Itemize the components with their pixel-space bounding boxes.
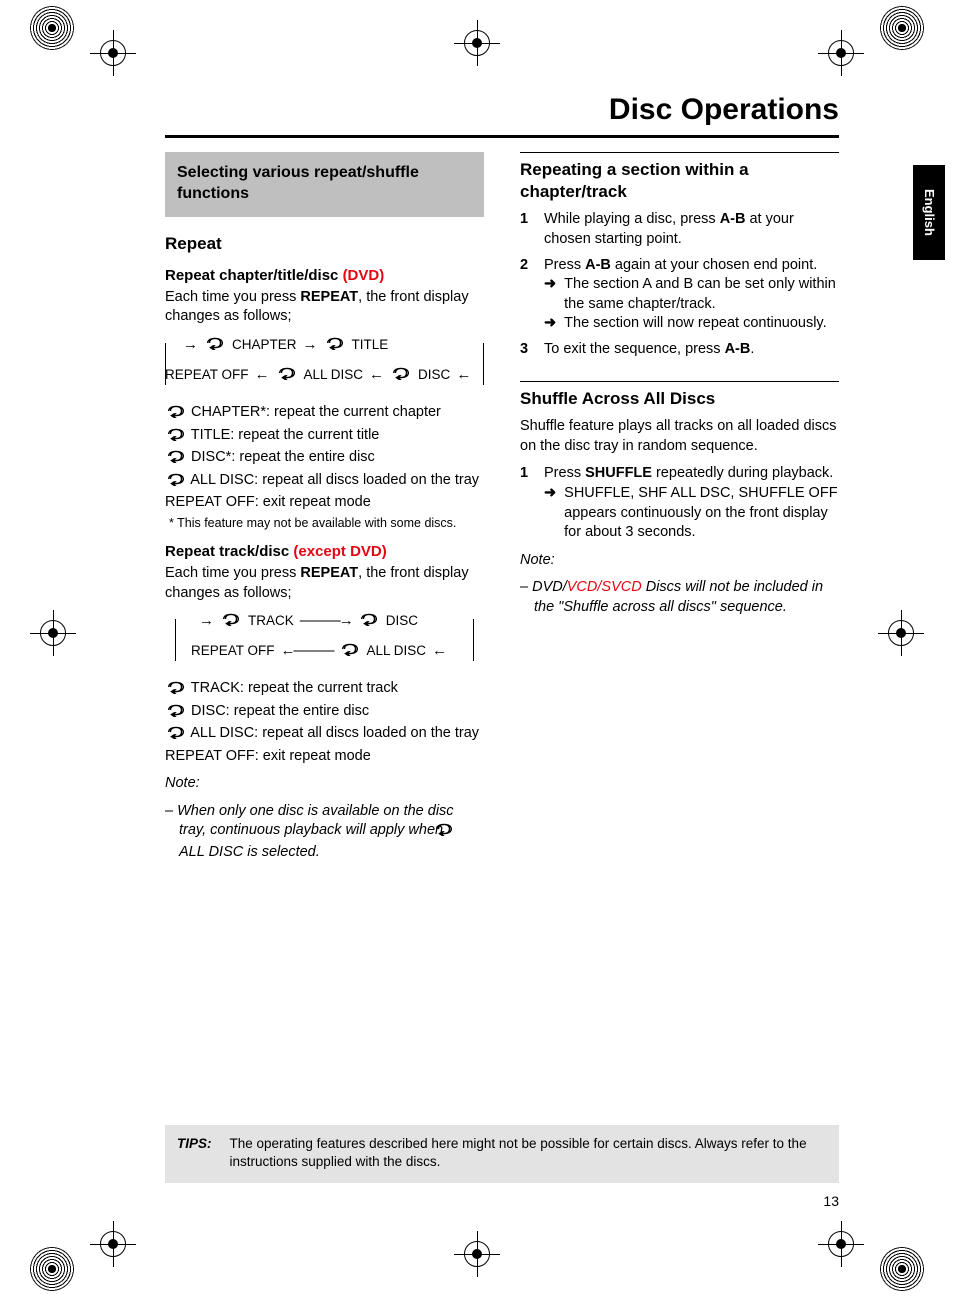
repeat-icon	[276, 366, 298, 385]
shuffle-heading: Shuffle Across All Discs	[520, 381, 839, 411]
registration-mark	[880, 6, 924, 50]
repeat-dvd-definitions: CHAPTER*: repeat the current chapter TIT…	[165, 403, 484, 513]
repeat-icon	[165, 703, 187, 724]
repeat-nondvd-sequence: → TRACK ———→ DISC REPEAT OFF ←——— ALL DI…	[165, 611, 484, 669]
page: Disc Operations English Selecting variou…	[0, 0, 954, 1297]
shuffle-steps: 1 Press SHUFFLE repeatedly during playba…	[520, 464, 839, 542]
repeat-icon	[390, 366, 412, 385]
repeat-heading: Repeat	[165, 233, 484, 256]
arrow-right-icon: →	[183, 335, 198, 355]
crosshair-icon	[818, 30, 864, 76]
repeat-icon	[165, 725, 187, 746]
crosshair-icon	[90, 30, 136, 76]
repeat-icon	[220, 612, 242, 631]
crosshair-icon	[818, 1221, 864, 1267]
tips-box: TIPS: The operating features described h…	[165, 1125, 839, 1183]
repeat-icon	[358, 612, 380, 631]
paragraph: Shuffle feature plays all tracks on all …	[520, 417, 839, 456]
registration-mark	[30, 6, 74, 50]
crosshair-icon	[454, 1231, 500, 1277]
ab-steps: 1 While playing a disc, press A-B at you…	[520, 210, 839, 359]
repeat-icon	[447, 822, 455, 843]
repeat-icon	[165, 472, 187, 493]
page-number: 13	[823, 1192, 839, 1211]
repeat-dvd-sequence: → CHAPTER → TITLE REPEAT OFF ← ALL DISC …	[165, 335, 484, 393]
repeat-icon	[339, 642, 361, 661]
note-body: – DVD/VCD/SVCD Discs will not be include…	[520, 578, 839, 617]
page-title: Disc Operations	[165, 90, 839, 138]
arrow-left-icon: ←———	[281, 641, 333, 661]
list-item: 3 To exit the sequence, press A-B.	[520, 340, 839, 360]
arrow-right-icon: →	[303, 335, 318, 355]
repeat-dvd-subheading: Repeat chapter/title/disc (DVD)	[165, 266, 484, 286]
paragraph: Each time you press REPEAT, the front di…	[165, 288, 484, 327]
arrow-left-icon: ←	[456, 365, 471, 385]
registration-mark	[30, 1247, 74, 1291]
repeat-icon	[165, 449, 187, 470]
crosshair-icon	[90, 1221, 136, 1267]
text-red: (except DVD)	[293, 543, 386, 560]
note-body: – When only one disc is available on the…	[165, 802, 484, 863]
ab-heading: Repeating a section within a chapter/tra…	[520, 152, 839, 205]
arrow-right-icon: ———→	[300, 611, 352, 631]
list-item: 2 Press A-B again at your chosen end poi…	[520, 256, 839, 334]
language-tab: English	[913, 165, 945, 260]
repeat-nondvd-subheading: Repeat track/disc (except DVD)	[165, 542, 484, 562]
repeat-icon	[165, 427, 187, 448]
arrow-right-icon: ➜	[544, 275, 556, 314]
text-red: (DVD)	[343, 267, 385, 284]
arrow-left-icon: ←	[432, 641, 447, 661]
crosshair-icon	[878, 610, 924, 656]
arrow-right-icon: →	[199, 611, 214, 631]
tips-text: The operating features described here mi…	[230, 1135, 827, 1171]
arrow-right-icon: ➜	[544, 314, 556, 334]
arrow-left-icon: ←	[369, 365, 384, 385]
text: Repeat chapter/title/disc	[165, 267, 343, 284]
repeat-icon	[165, 404, 187, 425]
list-item: 1 Press SHUFFLE repeatedly during playba…	[520, 464, 839, 542]
right-column: Repeating a section within a chapter/tra…	[520, 152, 839, 871]
crosshair-icon	[30, 610, 76, 656]
repeat-nondvd-definitions: TRACK: repeat the current track DISC: re…	[165, 679, 484, 766]
note-label: Note:	[165, 774, 484, 794]
left-column: Selecting various repeat/shuffle functio…	[165, 152, 484, 871]
tips-label: TIPS:	[177, 1135, 212, 1171]
section-box-heading: Selecting various repeat/shuffle functio…	[165, 152, 484, 217]
footnote: * This feature may not be available with…	[165, 515, 484, 532]
paragraph: Each time you press REPEAT, the front di…	[165, 564, 484, 603]
arrow-right-icon: ➜	[544, 484, 556, 543]
repeat-icon	[324, 336, 346, 355]
crosshair-icon	[454, 20, 500, 66]
registration-mark	[880, 1247, 924, 1291]
content-area: Disc Operations English Selecting variou…	[165, 90, 839, 1217]
arrow-left-icon: ←	[255, 365, 270, 385]
repeat-icon	[165, 680, 187, 701]
repeat-icon	[204, 336, 226, 355]
columns: Selecting various repeat/shuffle functio…	[165, 152, 839, 871]
note-label: Note:	[520, 551, 839, 571]
list-item: 1 While playing a disc, press A-B at you…	[520, 210, 839, 249]
text: Repeat track/disc	[165, 543, 293, 560]
